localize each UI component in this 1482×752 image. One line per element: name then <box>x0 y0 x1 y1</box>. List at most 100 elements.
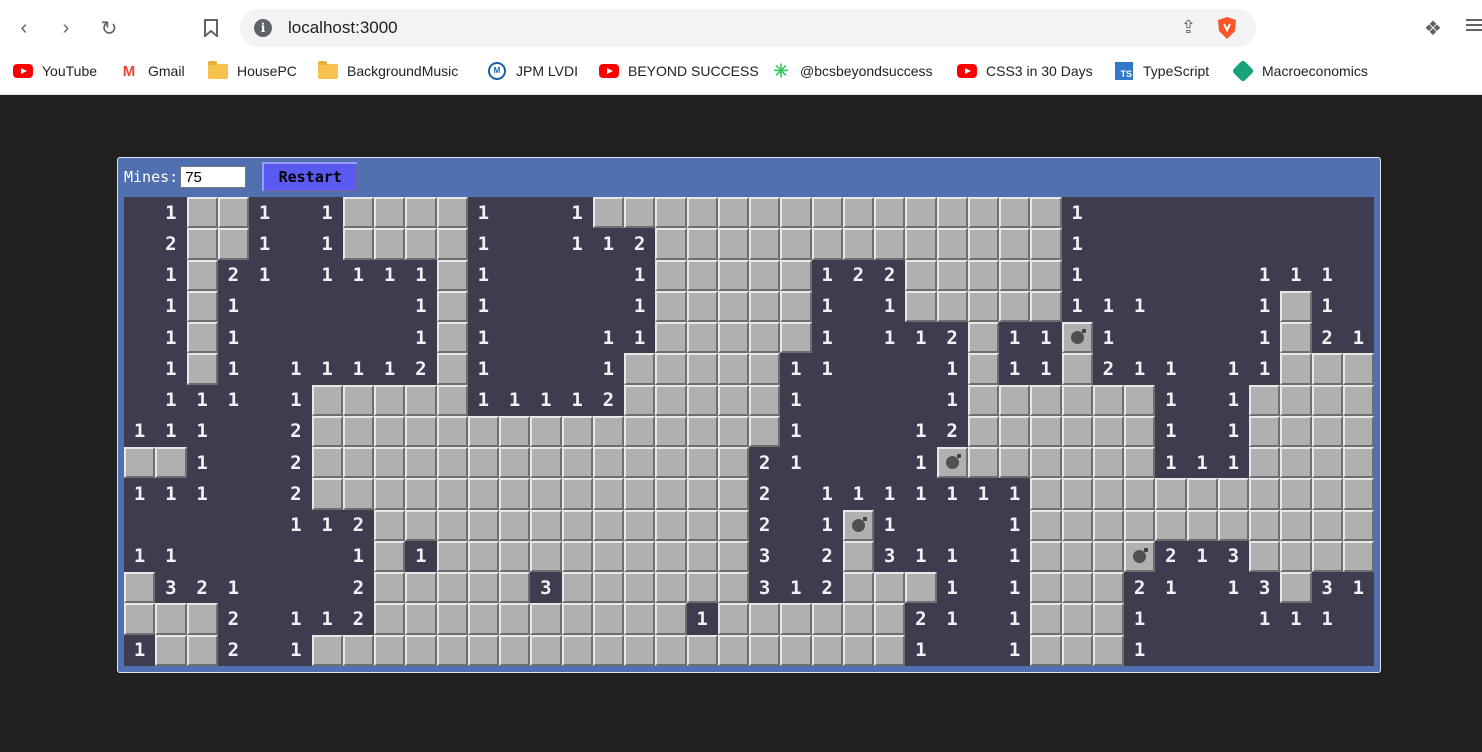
board-cell[interactable] <box>374 634 406 666</box>
board-cell[interactable] <box>467 447 499 479</box>
board-cell[interactable] <box>592 572 624 604</box>
board-cell[interactable] <box>405 447 437 479</box>
bookmark-beyond-success[interactable]: BEYOND SUCCESS <box>598 58 759 84</box>
board-cell[interactable] <box>436 259 468 291</box>
board-cell[interactable] <box>1342 478 1374 510</box>
board-cell[interactable] <box>842 228 874 260</box>
board-cell[interactable] <box>717 447 749 479</box>
board-cell[interactable] <box>655 197 687 229</box>
board-cell[interactable] <box>561 572 593 604</box>
board-cell[interactable] <box>1030 572 1062 604</box>
board-cell[interactable] <box>1342 415 1374 447</box>
board-cell[interactable] <box>436 353 468 385</box>
board-cell[interactable] <box>780 290 812 322</box>
board-cell[interactable] <box>1092 447 1124 479</box>
board-cell[interactable] <box>1249 415 1281 447</box>
board-cell[interactable] <box>499 509 531 541</box>
bookmark-bcsbeyondsuccess[interactable]: ✳ @bcsbeyondsuccess <box>770 58 932 84</box>
board-cell[interactable] <box>1124 447 1156 479</box>
board-cell[interactable] <box>124 603 156 635</box>
board-cell[interactable] <box>624 447 656 479</box>
board-cell[interactable] <box>749 634 781 666</box>
board-cell[interactable] <box>311 447 343 479</box>
board-cell[interactable] <box>1030 197 1062 229</box>
board-cell[interactable] <box>842 572 874 604</box>
board-cell[interactable] <box>655 259 687 291</box>
board-cell[interactable] <box>1030 415 1062 447</box>
board-cell[interactable] <box>436 634 468 666</box>
board-cell[interactable] <box>499 603 531 635</box>
board-cell[interactable] <box>186 228 218 260</box>
board-cell[interactable] <box>717 259 749 291</box>
board-cell[interactable] <box>999 415 1031 447</box>
board-cell[interactable] <box>686 540 718 572</box>
board-cell[interactable] <box>717 634 749 666</box>
board-cell[interactable] <box>436 228 468 260</box>
board-cell[interactable] <box>405 197 437 229</box>
board-cell[interactable] <box>717 415 749 447</box>
board-cell[interactable] <box>967 290 999 322</box>
board-cell[interactable] <box>686 228 718 260</box>
board-cell[interactable] <box>592 197 624 229</box>
board-cell[interactable] <box>655 478 687 510</box>
board-cell[interactable] <box>374 572 406 604</box>
board-cell[interactable] <box>561 415 593 447</box>
board-cell[interactable] <box>467 478 499 510</box>
board-cell[interactable] <box>1311 353 1343 385</box>
board-cell[interactable] <box>655 353 687 385</box>
board-cell[interactable] <box>1061 572 1093 604</box>
board-cell[interactable] <box>1061 384 1093 416</box>
board-cell[interactable] <box>686 353 718 385</box>
board-cell[interactable] <box>1311 384 1343 416</box>
board-cell[interactable] <box>686 197 718 229</box>
bookmark-housepc[interactable]: HousePC <box>207 58 297 84</box>
board-cell[interactable] <box>1030 634 1062 666</box>
board-cell[interactable] <box>1186 509 1218 541</box>
board-cell[interactable] <box>624 353 656 385</box>
board-cell[interactable] <box>624 634 656 666</box>
board-cell[interactable] <box>592 415 624 447</box>
board-cell[interactable] <box>749 290 781 322</box>
board-cell[interactable] <box>1280 353 1312 385</box>
board-cell[interactable] <box>1249 540 1281 572</box>
board-cell[interactable] <box>1342 447 1374 479</box>
board-cell[interactable] <box>1280 290 1312 322</box>
bookmark-css3[interactable]: CSS3 in 30 Days <box>956 58 1093 84</box>
board-cell[interactable] <box>1061 634 1093 666</box>
board-cell[interactable] <box>1092 603 1124 635</box>
board-cell[interactable] <box>1061 603 1093 635</box>
board-cell[interactable] <box>467 509 499 541</box>
board-cell[interactable] <box>342 478 374 510</box>
board-cell[interactable] <box>1217 509 1249 541</box>
board-cell[interactable] <box>1030 259 1062 291</box>
board-cell[interactable] <box>749 228 781 260</box>
board-cell[interactable] <box>374 509 406 541</box>
board-cell[interactable] <box>499 478 531 510</box>
board-cell[interactable] <box>686 447 718 479</box>
board-cell[interactable] <box>374 197 406 229</box>
board-cell[interactable] <box>436 290 468 322</box>
board-cell[interactable] <box>1249 509 1281 541</box>
board-cell[interactable] <box>530 540 562 572</box>
board-cell[interactable] <box>1030 228 1062 260</box>
board-cell[interactable] <box>1280 509 1312 541</box>
board-cell[interactable] <box>1155 509 1187 541</box>
board-cell[interactable] <box>436 384 468 416</box>
board-cell[interactable] <box>530 447 562 479</box>
board-cell[interactable] <box>561 634 593 666</box>
board-cell[interactable] <box>592 509 624 541</box>
board-cell[interactable] <box>967 353 999 385</box>
board-cell[interactable] <box>999 384 1031 416</box>
board-cell[interactable] <box>1092 384 1124 416</box>
board-cell[interactable] <box>686 509 718 541</box>
back-arrow-icon[interactable]: ‹ <box>10 14 38 42</box>
board-cell[interactable] <box>499 447 531 479</box>
board-cell[interactable] <box>499 634 531 666</box>
board-cell[interactable] <box>999 259 1031 291</box>
address-bar[interactable]: i localhost:3000 ⇪ <box>240 9 1256 47</box>
board-cell[interactable] <box>1092 572 1124 604</box>
brave-shield-icon[interactable] <box>1216 16 1238 40</box>
board-cell[interactable] <box>967 259 999 291</box>
board-cell[interactable] <box>436 322 468 354</box>
board-cell[interactable] <box>717 228 749 260</box>
